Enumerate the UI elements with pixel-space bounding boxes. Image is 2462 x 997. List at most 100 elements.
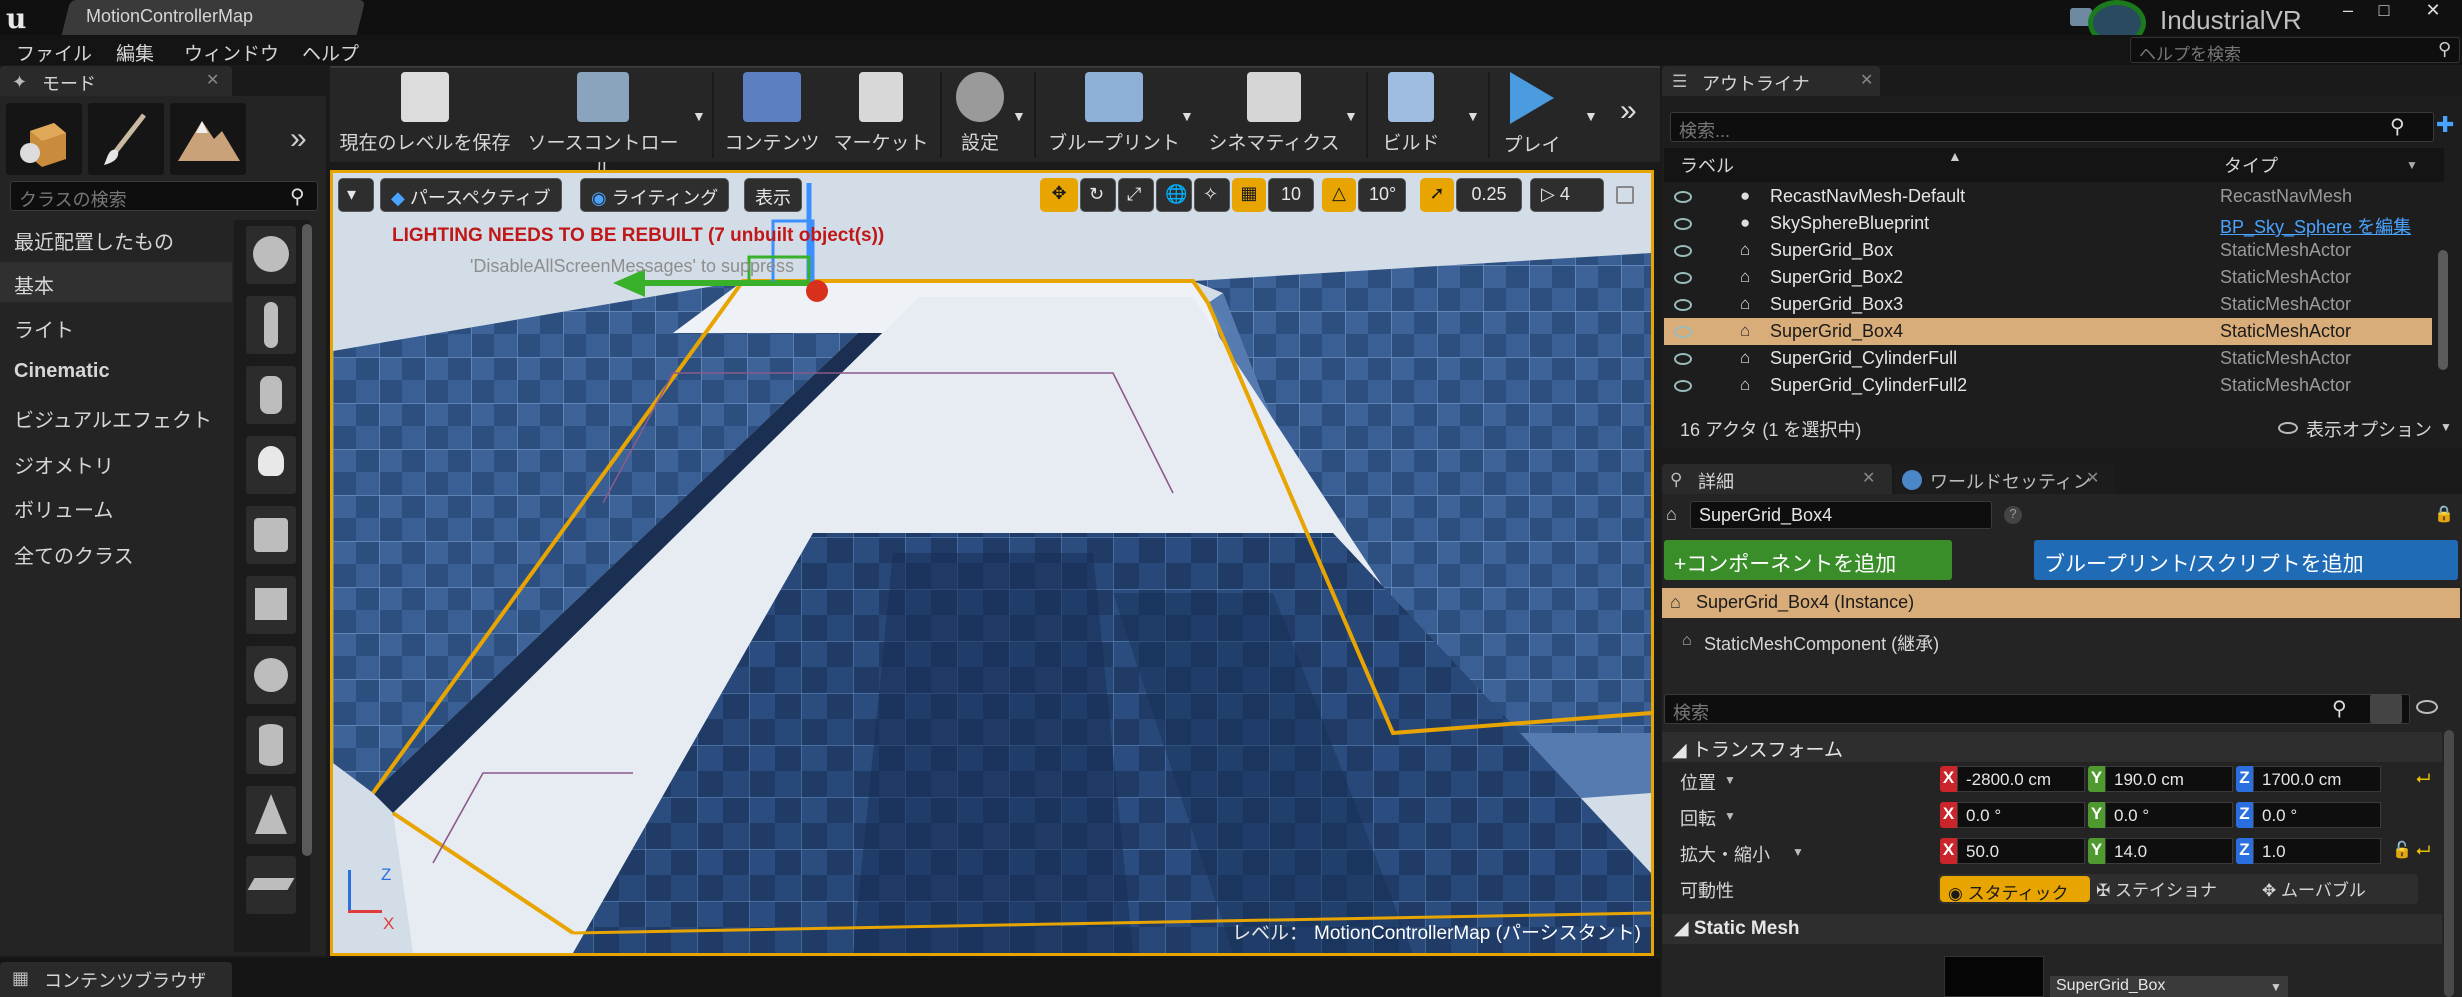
chevron-right-icon[interactable]: » (290, 122, 307, 156)
tab-modes[interactable] (0, 66, 232, 96)
visibility-eye-icon[interactable] (1674, 380, 1692, 392)
empty-actor-sphere-icon[interactable] (246, 226, 296, 284)
location-y-field[interactable]: 190.0 cm (2105, 766, 2233, 792)
add-folder-icon[interactable]: ✚ (2436, 112, 2458, 138)
chevron-down-icon[interactable]: ▼ (1792, 845, 1804, 859)
help-icon[interactable]: ? (2004, 506, 2022, 524)
reset-arrow-icon[interactable]: ⮠ (2416, 768, 2430, 789)
category-basic[interactable]: 基本 (0, 262, 232, 302)
component-instance-row[interactable]: SuperGrid_Box4 (Instance) (1662, 588, 2460, 618)
settings-button[interactable]: 設定 (946, 72, 1014, 158)
scale-y-field[interactable]: 14.0 (2105, 838, 2233, 864)
static-mesh-combo[interactable]: SuperGrid_Box (2050, 976, 2288, 997)
chevron-down-icon[interactable]: ▼ (2406, 158, 2418, 172)
add-blueprint-button[interactable]: ブループリント/スクリプトを追加 (2034, 540, 2458, 580)
chevron-down-icon[interactable]: ▼ (1180, 108, 1194, 124)
chevron-down-icon[interactable]: ▼ (1012, 108, 1026, 124)
category-all-classes[interactable]: 全てのクラス (0, 532, 232, 572)
mesh-thumbnail[interactable] (1944, 956, 2044, 997)
visibility-eye-icon[interactable] (1674, 218, 1692, 230)
visibility-eye-icon[interactable] (1674, 299, 1692, 311)
visibility-eye-icon[interactable] (1674, 245, 1692, 257)
mobility-stationary-button[interactable]: ✠ ステイショナ (2096, 876, 2217, 901)
chevron-down-icon[interactable]: ▼ (1724, 773, 1736, 787)
chevron-down-icon[interactable]: ▼ (1344, 108, 1358, 124)
static-mesh-component-row[interactable]: StaticMeshComponent (継承) (1704, 630, 1939, 656)
class-search-input[interactable]: クラスの検索 (10, 181, 318, 211)
visibility-eye-icon[interactable] (1674, 191, 1692, 203)
build-button[interactable]: ビルド (1376, 72, 1446, 158)
column-label-header[interactable]: ラベル (1680, 152, 1734, 178)
save-level-button[interactable]: 現在のレベルを保存 (336, 72, 514, 158)
rotate-tool-icon[interactable]: ↻ (1080, 178, 1116, 212)
chevron-down-icon[interactable]: ▼ (2270, 980, 2282, 994)
static-mesh-section-header[interactable]: ◢ Static Mesh (1662, 914, 2442, 944)
menu-help[interactable]: ヘルプ (302, 39, 359, 66)
add-component-button[interactable]: +コンポーネントを追加 (1664, 540, 1952, 580)
close-icon[interactable]: ✕ (206, 70, 219, 90)
cinematics-button[interactable]: シネマティクス (1206, 72, 1342, 158)
help-search-input[interactable]: ヘルプを検索 (2130, 37, 2460, 64)
paint-mode-button[interactable] (88, 103, 164, 175)
tab-details[interactable] (1662, 464, 1892, 494)
unreal-logo-icon[interactable]: u (6, 2, 40, 35)
rotation-x-field[interactable]: 0.0 ° (1957, 802, 2085, 828)
chevron-down-icon[interactable]: ▼ (1584, 108, 1598, 124)
menu-file[interactable]: ファイル (16, 39, 92, 66)
content-button[interactable]: コンテンツ (722, 72, 822, 158)
reset-arrow-icon[interactable]: ⮠ (2416, 840, 2430, 861)
chevron-down-icon[interactable]: ▼ (1724, 809, 1736, 823)
close-icon[interactable]: ✕ (1860, 70, 1873, 90)
visibility-eye-icon[interactable] (1674, 272, 1692, 284)
source-control-button[interactable]: ソースコントロール (520, 72, 686, 181)
perspective-button[interactable]: ◆ パースペクティブ (380, 178, 562, 212)
lock-icon[interactable]: 🔒 (2434, 504, 2454, 524)
scale-x-field[interactable]: 50.0 (1957, 838, 2085, 864)
details-scrollbar[interactable] (2444, 730, 2454, 997)
view-options-button[interactable]: 表示オプション (2306, 416, 2432, 442)
category-visual-effects[interactable]: ビジュアルエフェクト (0, 396, 232, 436)
lock-ratio-icon[interactable]: 🔓 (2392, 840, 2412, 860)
player-start-icon[interactable] (246, 506, 296, 564)
category-recent[interactable]: 最近配置したもの (0, 218, 232, 258)
close-icon[interactable]: ✕ (2086, 468, 2099, 488)
rotation-snap-icon[interactable]: △ (1322, 178, 1356, 212)
show-flags-button[interactable]: 表示 (744, 178, 802, 212)
edit-blueprint-link[interactable]: BP_Sky_Sphere を編集 (2220, 213, 2411, 239)
plane-icon[interactable] (246, 856, 296, 914)
mobility-static-button[interactable]: ◉ スタティック (1940, 876, 2090, 903)
cone-icon[interactable] (246, 786, 296, 844)
scale-z-field[interactable]: 1.0 (2253, 838, 2381, 864)
grid-snap-icon[interactable]: ▦ (1232, 178, 1266, 212)
category-geometry[interactable]: ジオメトリ (0, 442, 232, 482)
outliner-scrollbar[interactable] (2438, 250, 2448, 370)
chevron-down-icon[interactable]: ▼ (692, 108, 706, 124)
world-local-icon[interactable]: 🌐 (1156, 178, 1192, 212)
place-mode-button[interactable] (6, 103, 82, 175)
point-light-icon[interactable] (246, 436, 296, 494)
character-icon[interactable] (246, 296, 296, 354)
maximize-viewport-icon[interactable] (1616, 186, 1634, 204)
marketplace-button[interactable]: マーケット (830, 72, 932, 158)
outliner-search-input[interactable]: 検索... (1670, 112, 2434, 142)
scale-snap-icon[interactable]: ➚ (1420, 178, 1454, 212)
translate-tool-icon[interactable]: ✥ (1040, 178, 1078, 212)
sphere-icon[interactable] (246, 646, 296, 704)
category-lights[interactable]: ライト (0, 306, 232, 346)
property-matrix-icon[interactable] (2370, 694, 2402, 724)
chevron-down-icon[interactable]: ▼ (2440, 420, 2452, 434)
category-cinematic[interactable]: Cinematic (0, 352, 232, 392)
cube-icon[interactable] (246, 576, 296, 634)
mobility-movable-button[interactable]: ✥ ムーバブル (2262, 876, 2366, 901)
cylinder-icon[interactable] (246, 716, 296, 774)
menu-edit[interactable]: 編集 (116, 39, 154, 66)
column-type-header[interactable]: タイプ (2224, 152, 2278, 178)
close-icon[interactable]: ✕ (1862, 468, 1875, 488)
scale-snap-value[interactable]: 0.25 (1456, 178, 1522, 212)
lighting-mode-button[interactable]: ◉ ライティング (580, 178, 730, 212)
rotation-z-field[interactable]: 0.0 ° (2253, 802, 2381, 828)
menu-window[interactable]: ウィンドウ (184, 39, 279, 66)
close-window-button[interactable]: ✕ (2410, 0, 2456, 22)
details-search-input[interactable]: 検索 (1664, 694, 2410, 724)
rotation-snap-value[interactable]: 10° (1358, 178, 1406, 212)
